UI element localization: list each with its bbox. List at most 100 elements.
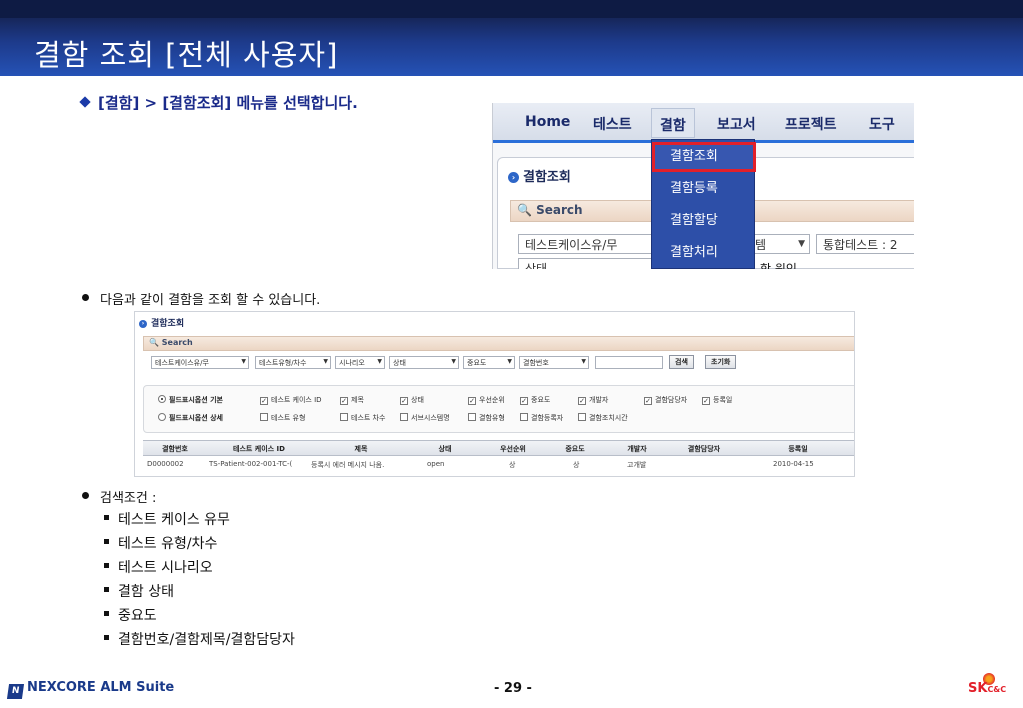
checkbox-unchecked-icon	[400, 413, 408, 421]
check-fix-time[interactable]: 결함조치시간	[578, 413, 628, 423]
chevron-down-icon: ▼	[377, 358, 382, 365]
check-label: 결함조치시간	[589, 414, 628, 422]
check-reg-date[interactable]: ✓ 등록일	[702, 395, 732, 405]
testcase-select-value: 테스트케이스유/무	[155, 359, 209, 367]
menu-item-defect-search[interactable]: 결함조회	[652, 142, 756, 172]
panel-title: › 결함조회	[508, 166, 571, 185]
check-label: 결함유형	[479, 414, 505, 422]
search-shot-title-label: 결함조회	[151, 319, 185, 329]
check-assignee[interactable]: ✓ 결함담당자	[644, 395, 687, 405]
severity-select-value: 중요도	[467, 359, 487, 367]
checkbox-unchecked-icon	[340, 413, 348, 421]
panel-title-label: 결함조회	[523, 170, 571, 185]
scenario-select[interactable]: 시나리오 ▼	[335, 356, 385, 369]
table-row[interactable]: D0000002 TS-Patient-002-001-TC-( 등록시 에러 …	[143, 457, 854, 472]
check-subsystem[interactable]: 서브시스템명	[400, 413, 450, 423]
col-header[interactable]: 개발자	[609, 444, 665, 454]
cell-developer: 고개발	[627, 461, 647, 469]
col-header[interactable]: 제목	[311, 444, 411, 454]
title-bar: 결함 조회 [전체 사용자]	[0, 0, 1023, 76]
square-bullet	[104, 635, 109, 640]
menu-screenshot: Home 테스트 결함 보고서 프로젝트 도구 › 결함조회 🔍 Search 테…	[492, 103, 914, 269]
col-header[interactable]: 등록일	[743, 444, 853, 454]
search-shot-label: Search	[161, 338, 193, 347]
col-header[interactable]: 중요도	[547, 444, 603, 454]
menu-item-defect-assign[interactable]: 결함할당	[652, 206, 756, 236]
check-testcase-id[interactable]: ✓ 테스트 케이스 ID	[260, 395, 322, 405]
nexcore-mark-icon: N	[6, 684, 25, 699]
square-bullet	[104, 587, 109, 592]
status-select[interactable]: 상태 ▼	[389, 356, 459, 369]
condition-item: 테스트 유형/차수	[118, 536, 218, 552]
check-label: 테스트 차수	[351, 414, 386, 422]
defect-number-select[interactable]: 결함번호 ▼	[519, 356, 589, 369]
testcase-select[interactable]: 테스트케이스유/무 ▼	[151, 356, 249, 369]
check-priority[interactable]: ✓ 우선순위	[468, 395, 505, 405]
checkbox-checked-icon: ✓	[520, 397, 528, 405]
section3-label: 검색조건 :	[100, 491, 157, 506]
check-label: 결함등록자	[531, 414, 564, 422]
check-registrant[interactable]: 결함등록자	[520, 413, 563, 423]
sk-text: SK	[968, 681, 988, 696]
check-developer[interactable]: ✓ 개발자	[578, 395, 608, 405]
type-select[interactable]: 테스트유형/차수 ▼	[255, 356, 331, 369]
radio-detail[interactable]: 필드표시옵션 상세	[158, 413, 223, 423]
nav-project[interactable]: 프로젝트	[785, 114, 837, 134]
item-combo[interactable]: 템 ▼	[748, 234, 810, 254]
cell-testcase-id: TS-Patient-002-001-TC-(	[209, 460, 293, 468]
checkbox-checked-icon: ✓	[400, 397, 408, 405]
col-header[interactable]: 결함번호	[147, 444, 203, 454]
checkbox-checked-icon: ✓	[468, 397, 476, 405]
col-header[interactable]: 테스트 케이스 ID	[209, 444, 309, 454]
checkbox-checked-icon: ✓	[644, 397, 652, 405]
nav-defect[interactable]: 결함	[651, 108, 695, 138]
defect-number-select-value: 결함번호	[523, 359, 549, 367]
chevron-down-icon: ▼	[451, 358, 456, 365]
search-button[interactable]: 검색	[669, 355, 694, 369]
reset-button[interactable]: 초기화	[705, 355, 737, 369]
check-label: 우선순위	[479, 396, 505, 404]
testcase-combo[interactable]: 테스트케이스유/무	[518, 234, 658, 254]
check-status[interactable]: ✓ 상태	[400, 395, 424, 405]
defect-dropdown: 결함조회 결함등록 결함할당 결함처리	[651, 139, 756, 269]
top-nav: Home 테스트 결함 보고서 프로젝트 도구	[493, 103, 914, 143]
nav-home[interactable]: Home	[525, 114, 570, 130]
table-header: 결함번호 테스트 케이스 ID 제목 상태 우선순위 중요도 개발자 결함담당자…	[143, 440, 854, 456]
keyword-input[interactable]	[595, 356, 663, 369]
checkbox-checked-icon: ✓	[340, 397, 348, 405]
check-test-round[interactable]: 테스트 차수	[340, 413, 385, 423]
search-label: Search	[536, 203, 583, 217]
status-combo[interactable]: 상태	[518, 258, 658, 269]
integration-combo[interactable]: 통합테스트 : 2	[816, 234, 914, 254]
check-label: 서브시스템명	[411, 414, 450, 422]
check-test-type[interactable]: 테스트 유형	[260, 413, 305, 423]
brand-name: NEXCORE ALM Suite	[27, 680, 175, 695]
nav-test[interactable]: 테스트	[593, 114, 632, 134]
condition-item: 테스트 케이스 유무	[118, 512, 230, 528]
col-header[interactable]: 우선순위	[485, 444, 541, 454]
square-bullet	[104, 611, 109, 616]
page-title: 결함 조회 [전체 사용자]	[34, 38, 339, 72]
menu-item-defect-register[interactable]: 결함등록	[652, 174, 756, 204]
nexcore-logo: N NEXCORE ALM Suite	[6, 680, 175, 699]
cell-title[interactable]: 등록시 에러 메시지 나옴.	[311, 460, 411, 470]
checkbox-checked-icon: ✓	[702, 397, 710, 405]
col-header[interactable]: 결함담당자	[673, 444, 735, 454]
bullet-dot	[82, 492, 89, 499]
menu-item-defect-process[interactable]: 결함처리	[652, 238, 756, 268]
col-header[interactable]: 상태	[421, 444, 469, 454]
nav-tools[interactable]: 도구	[869, 114, 895, 134]
item-combo-value: 템	[755, 238, 767, 252]
severity-select[interactable]: 중요도 ▼	[463, 356, 515, 369]
intro-text: [결함] > [결함조회] 메뉴를 선택합니다.	[98, 94, 358, 112]
type-select-value: 테스트유형/차수	[259, 359, 307, 367]
check-defect-type[interactable]: 결함유형	[468, 413, 505, 423]
check-label: 등록일	[713, 396, 733, 404]
sk-logo: SKC&C	[968, 681, 1006, 696]
radio-default[interactable]: 필드표시옵션 기본	[158, 395, 223, 405]
check-title[interactable]: ✓ 제목	[340, 395, 364, 405]
chevron-down-icon: ▼	[507, 358, 512, 365]
check-severity[interactable]: ✓ 중요도	[520, 395, 550, 405]
nav-report[interactable]: 보고서	[717, 114, 756, 134]
checkbox-unchecked-icon	[520, 413, 528, 421]
